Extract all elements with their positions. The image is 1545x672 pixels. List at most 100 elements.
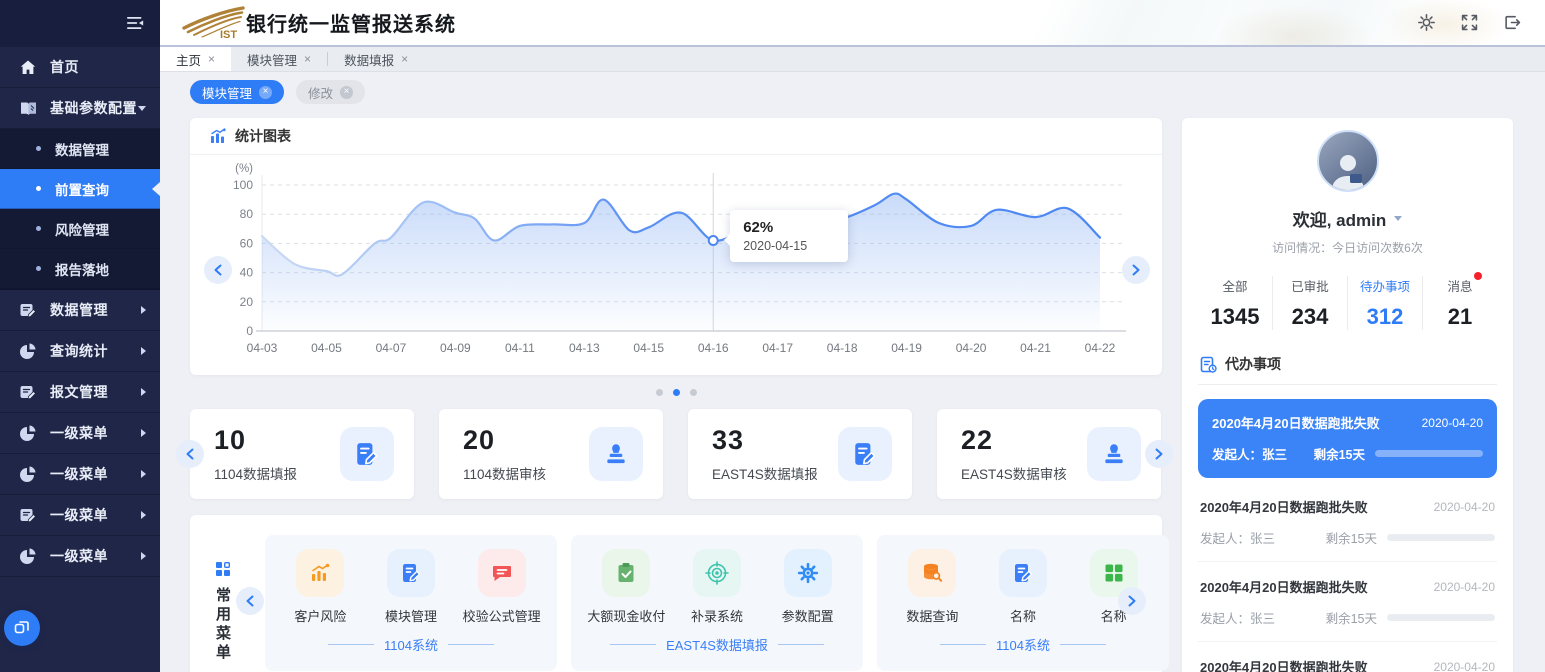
menu-item-customer-risk[interactable]: 客户风险 xyxy=(275,549,366,625)
sidebar-subitem-risk-mgmt[interactable]: 风险管理 xyxy=(0,209,160,249)
sidebar-submenu: 数据管理 前置查询 风险管理 报告落地 xyxy=(0,129,160,290)
sidebar-subitem-data-mgmt[interactable]: 数据管理 xyxy=(0,129,160,169)
doc-pencil-icon xyxy=(387,549,435,597)
line-area-chart[interactable]: 020406080100(%)04-0304-0504-0704-0904-11… xyxy=(200,159,1162,365)
menu-item-name-2[interactable]: 名称 xyxy=(1068,549,1159,625)
stat-card-east4s-review[interactable]: 22 EAST4S数据审核 xyxy=(937,409,1161,499)
svg-text:04-05: 04-05 xyxy=(311,341,342,355)
sidebar: 首页 基础参数配置 数据管理 前置查询 风险管理 xyxy=(0,0,160,672)
chart-tooltip: 62% 2020-04-15 xyxy=(730,210,848,262)
layout-switch-button[interactable] xyxy=(4,610,40,646)
menu-item-formula-check[interactable]: 校验公式管理 xyxy=(456,549,547,625)
tab-home[interactable]: 主页 × xyxy=(160,47,231,71)
user-welcome-row[interactable]: 欢迎, admin xyxy=(1198,206,1497,231)
edit-doc-icon xyxy=(340,427,394,481)
stat-card-1104-review[interactable]: 20 1104数据审核 xyxy=(439,409,663,499)
menu-group-label: 1104系统 xyxy=(996,635,1050,654)
menu-group-label-row: EAST4S数据填报 xyxy=(581,635,853,654)
menu-item-data-query[interactable]: 数据查询 xyxy=(887,549,978,625)
sidebar-item-message-mgmt[interactable]: 报文管理 xyxy=(0,372,160,413)
menu-next-button[interactable] xyxy=(1118,587,1146,615)
common-menu-card: 常用菜单 xyxy=(190,515,1162,672)
chevron-right-icon xyxy=(141,429,146,437)
tab-data-entry[interactable]: 数据填报 × xyxy=(328,47,424,71)
clipboard-check-icon xyxy=(602,549,650,597)
welcome-text: 欢迎, admin xyxy=(1293,206,1387,231)
stats-prev-button[interactable] xyxy=(176,440,204,468)
chart-next-button[interactable] xyxy=(1122,256,1150,284)
todo-item[interactable]: 2020年4月20日数据跑批失败 2020-04-20 发起人：张三 剩余15天 xyxy=(1198,482,1497,562)
stats-next-button[interactable] xyxy=(1145,440,1173,468)
close-icon[interactable]: × xyxy=(401,53,408,65)
stat-value: 10 xyxy=(214,425,297,456)
menu-prev-button[interactable] xyxy=(236,587,264,615)
notification-dot xyxy=(1474,272,1482,280)
close-icon[interactable]: × xyxy=(208,53,215,65)
sidebar-item-level1-menu-4[interactable]: 一级菜单 xyxy=(0,536,160,577)
todo-item[interactable]: 2020年4月20日数据跑批失败 2020-04-20 发起人：张三 剩余15天 xyxy=(1198,399,1497,478)
divider xyxy=(1060,644,1106,645)
menu-item-name-1[interactable]: 名称 xyxy=(978,549,1069,625)
close-icon[interactable]: × xyxy=(304,53,311,65)
sidebar-item-data-mgmt[interactable]: 数据管理 xyxy=(0,290,160,331)
chevron-right-icon xyxy=(141,470,146,478)
menu-item-supplement-system[interactable]: 补录系统 xyxy=(672,549,763,625)
menu-item-param-config[interactable]: 参数配置 xyxy=(762,549,853,625)
stat-messages[interactable]: 消息 21 xyxy=(1423,276,1497,330)
sidebar-subitem-pre-query[interactable]: 前置查询 xyxy=(0,169,160,209)
menu-group-east4s: 大额现金收付 补录系统 xyxy=(571,535,863,671)
logout-icon[interactable] xyxy=(1504,14,1521,31)
menu-collapse-icon[interactable] xyxy=(127,15,144,32)
chip-label: 修改 xyxy=(308,83,333,102)
avatar[interactable] xyxy=(1317,130,1379,192)
pie-chart-icon xyxy=(20,548,37,565)
tooltip-date: 2020-04-15 xyxy=(743,239,832,253)
divider xyxy=(778,644,824,645)
sidebar-item-label: 数据管理 xyxy=(50,300,141,320)
sidebar-item-level1-menu-3[interactable]: 一级菜单 xyxy=(0,495,160,536)
menu-item-large-cash[interactable]: 大额现金收付 xyxy=(581,549,672,625)
chevron-right-icon xyxy=(1131,264,1141,276)
menu-item-label: 名称 xyxy=(1010,606,1036,625)
pager-dot[interactable] xyxy=(690,389,697,396)
todo-initiator: 发起人：张三 xyxy=(1200,528,1326,547)
sidebar-subitem-report-landing[interactable]: 报告落地 xyxy=(0,249,160,289)
todo-title-text: 2020年4月20日数据跑批失败 xyxy=(1212,413,1380,432)
sidebar-item-home[interactable]: 首页 xyxy=(0,47,160,88)
chart-prev-button[interactable] xyxy=(204,256,232,284)
svg-text:04-20: 04-20 xyxy=(956,341,987,355)
svg-text:04-18: 04-18 xyxy=(827,341,858,355)
stat-value: 20 xyxy=(463,425,546,456)
sidebar-item-level1-menu-1[interactable]: 一级菜单 xyxy=(0,413,160,454)
overlap-squares-icon xyxy=(14,620,30,636)
fullscreen-icon[interactable] xyxy=(1461,14,1478,31)
grid-menu-icon xyxy=(215,561,231,577)
divider xyxy=(448,644,494,645)
stat-approved[interactable]: 已审批 234 xyxy=(1273,276,1348,330)
svg-text:80: 80 xyxy=(240,207,254,221)
stat-all[interactable]: 全部 1345 xyxy=(1198,276,1273,330)
sidebar-item-label: 一级菜单 xyxy=(50,546,141,566)
stat-card-1104-entry[interactable]: 10 1104数据填报 xyxy=(190,409,414,499)
settings-gear-icon[interactable] xyxy=(1418,14,1435,31)
stat-card-east4s-entry[interactable]: 33 EAST4S数据填报 xyxy=(688,409,912,499)
todo-item[interactable]: 2020年4月20日数据跑批失败 2020-04-20 发起人：张三 剩余15天 xyxy=(1198,562,1497,642)
tab-label: 数据填报 xyxy=(344,50,394,69)
todo-item[interactable]: 2020年4月20日数据跑批失败 2020-04-20 发起人：张三 剩余4天 xyxy=(1198,642,1497,672)
menu-item-module-mgmt[interactable]: 模块管理 xyxy=(366,549,457,625)
sidebar-subitem-label: 报告落地 xyxy=(55,259,109,279)
stat-pending[interactable]: 待办事项 312 xyxy=(1348,276,1423,330)
sidebar-item-query-stats[interactable]: 查询统计 xyxy=(0,331,160,372)
sidebar-item-level1-menu-2[interactable]: 一级菜单 xyxy=(0,454,160,495)
pager-dot-active[interactable] xyxy=(673,389,680,396)
tab-module-mgmt[interactable]: 模块管理 × xyxy=(231,47,327,71)
pager-dot[interactable] xyxy=(656,389,663,396)
close-circle-icon[interactable]: × xyxy=(259,86,272,99)
close-circle-icon[interactable]: × xyxy=(340,86,353,99)
chip-edit[interactable]: 修改 × xyxy=(296,80,365,104)
dashboard-left-column: 统计图表 020406080100(%)04-0304-0504-0704-09… xyxy=(190,118,1162,672)
sidebar-item-base-config[interactable]: 基础参数配置 xyxy=(0,88,160,129)
visit-info: 访问情况：今日访问次数6次 xyxy=(1198,239,1497,256)
chip-module-mgmt[interactable]: 模块管理 × xyxy=(190,80,284,104)
sidebar-subitem-label: 风险管理 xyxy=(55,219,109,239)
